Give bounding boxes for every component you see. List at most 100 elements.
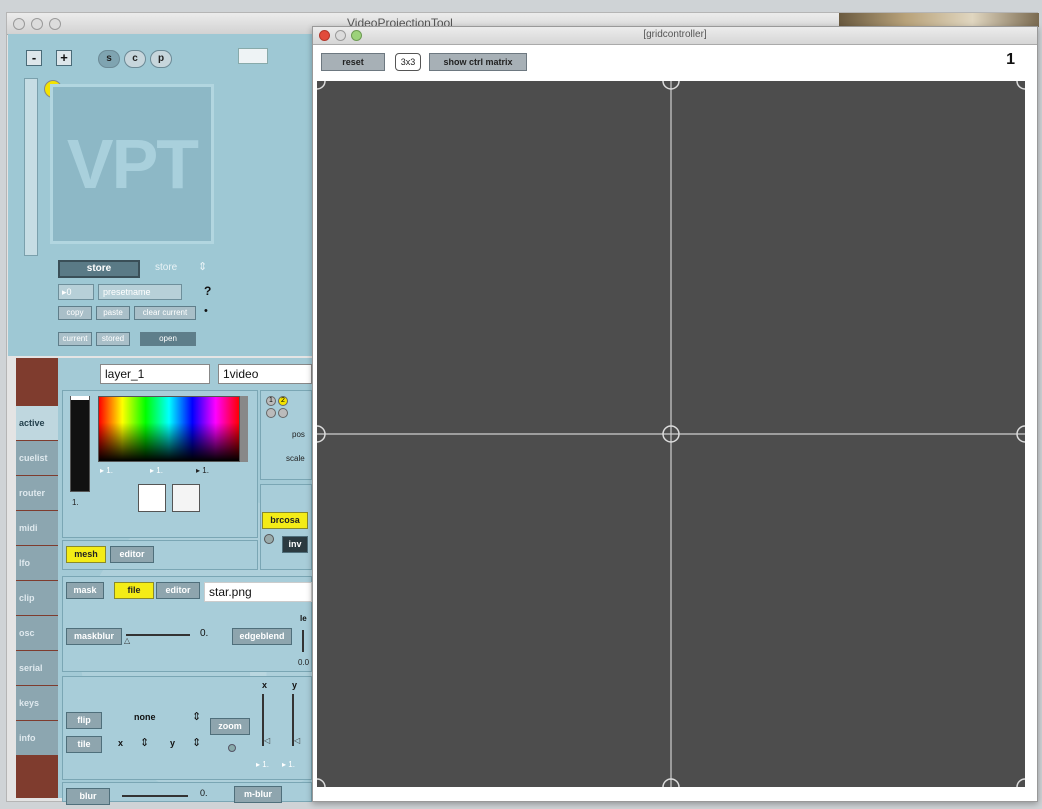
zoom-x-handle[interactable]: ◁: [264, 736, 270, 745]
zoom-button[interactable]: zoom: [210, 718, 250, 735]
maskblur-value: 0.: [200, 628, 209, 639]
inv-toggle[interactable]: [264, 534, 274, 544]
color-val-r: ▸ 1.: [100, 466, 113, 475]
blank-field[interactable]: [238, 48, 268, 64]
minus-button[interactable]: -: [26, 50, 42, 66]
preset-index-field[interactable]: ▸0: [58, 284, 94, 300]
tile-x-label: x: [118, 738, 124, 748]
zoom-y-label: y: [292, 680, 298, 690]
mesh-button[interactable]: mesh: [66, 546, 106, 563]
mesh-editor-button[interactable]: editor: [110, 546, 154, 563]
flip-button[interactable]: flip: [66, 712, 102, 729]
mask-file-button[interactable]: file: [114, 582, 154, 599]
preset-name-field[interactable]: presetname: [98, 284, 182, 300]
tab-osc[interactable]: osc: [16, 616, 58, 650]
zoom-toggle[interactable]: [228, 744, 236, 752]
mblur-button[interactable]: m-blur: [234, 786, 282, 803]
grid-window-title: [gridcontroller]: [643, 29, 707, 40]
tab-midi[interactable]: midi: [16, 511, 58, 545]
vpt-logo: VPT: [50, 84, 214, 244]
pos-radio-4[interactable]: [278, 408, 288, 418]
p-button[interactable]: p: [150, 50, 172, 68]
mask-button[interactable]: mask: [66, 582, 104, 599]
grid-handle-top-left[interactable]: [317, 81, 326, 90]
layer-name-field[interactable]: layer_1: [100, 364, 210, 384]
grid-number: 1: [1006, 51, 1015, 68]
pos-radio-2[interactable]: 2: [278, 396, 288, 406]
brcosa-button[interactable]: brcosa: [262, 512, 308, 529]
current-button[interactable]: current: [58, 332, 92, 346]
tab-column: active cuelist router midi lfo clip osc …: [16, 358, 58, 798]
tab-clip[interactable]: clip: [16, 581, 58, 615]
color-swatch-2[interactable]: [172, 484, 200, 512]
level-value: 1.: [72, 498, 79, 507]
zoom-x-label: x: [262, 680, 268, 690]
grid-size-menu[interactable]: 3x3: [395, 53, 421, 71]
s-button[interactable]: s: [98, 50, 120, 68]
color-swatch-1[interactable]: [138, 484, 166, 512]
blur-value: 0.: [200, 788, 208, 798]
grid-overlay[interactable]: [317, 81, 1025, 787]
zoom-y-handle[interactable]: ◁: [294, 736, 300, 745]
tab-info[interactable]: info: [16, 721, 58, 755]
tab-serial[interactable]: serial: [16, 651, 58, 685]
plus-button[interactable]: +: [56, 50, 72, 66]
store-button[interactable]: store: [58, 260, 140, 278]
stored-button[interactable]: stored: [96, 332, 130, 346]
mask-editor-button[interactable]: editor: [156, 582, 200, 599]
paste-button[interactable]: paste: [96, 306, 130, 320]
tab-router[interactable]: router: [16, 476, 58, 510]
c-button[interactable]: c: [124, 50, 146, 68]
grid-handle-top-right[interactable]: [1016, 81, 1025, 90]
blur-button[interactable]: blur: [66, 788, 110, 805]
store-stepper-icon[interactable]: ⇕: [198, 260, 207, 273]
tile-y-label: y: [170, 738, 176, 748]
layer-source-field[interactable]: 1video: [218, 364, 312, 384]
level-slider[interactable]: [70, 396, 90, 492]
pos-radio-3[interactable]: [266, 408, 276, 418]
grid-handle-bottom-right[interactable]: [1016, 778, 1025, 787]
tab-cuelist[interactable]: cuelist: [16, 441, 58, 475]
show-ctrl-matrix-button[interactable]: show ctrl matrix: [429, 53, 527, 71]
inv-button[interactable]: inv: [282, 536, 308, 553]
color-val-g: ▸ 1.: [150, 466, 163, 475]
help-button[interactable]: ?: [204, 284, 211, 298]
minimize-light-icon[interactable]: [31, 18, 43, 30]
tile-button[interactable]: tile: [66, 736, 102, 753]
preset-index: 0: [66, 287, 72, 297]
flip-stepper-icon[interactable]: ⇕: [192, 710, 201, 723]
zoom-x-value: ▸ 1.: [256, 760, 269, 769]
tab-lfo[interactable]: lfo: [16, 546, 58, 580]
store-label: store: [155, 262, 178, 273]
mask-file-field[interactable]: star.png: [204, 582, 312, 602]
reset-button[interactable]: reset: [321, 53, 385, 71]
level-slider-handle[interactable]: [71, 396, 89, 400]
copy-button[interactable]: copy: [58, 306, 92, 320]
edge-slider[interactable]: [302, 630, 304, 652]
maskblur-slider-handle[interactable]: △: [124, 636, 130, 645]
blur-slider[interactable]: [122, 795, 188, 797]
edge-letter: le: [300, 614, 307, 623]
clear-current-button[interactable]: clear current: [134, 306, 196, 320]
color-picker-bar[interactable]: [240, 396, 248, 462]
grid-titlebar: [gridcontroller]: [313, 27, 1037, 45]
maskblur-slider[interactable]: [126, 634, 190, 636]
edge-value: 0.0: [298, 658, 310, 667]
zoom-y-value: ▸ 1.: [282, 760, 295, 769]
tab-active[interactable]: active: [16, 406, 58, 440]
grid-canvas[interactable]: [317, 81, 1025, 787]
preset-slider[interactable]: [24, 78, 38, 256]
pos-label: pos: [292, 430, 305, 439]
maskblur-button[interactable]: maskblur: [66, 628, 122, 645]
tile-x-stepper-icon[interactable]: ⇕: [140, 736, 149, 749]
open-button[interactable]: open: [140, 332, 196, 346]
tile-y-stepper-icon[interactable]: ⇕: [192, 736, 201, 749]
color-picker[interactable]: [98, 396, 240, 462]
tab-keys[interactable]: keys: [16, 686, 58, 720]
zoom-light-icon[interactable]: [49, 18, 61, 30]
grid-handle-bottom-left[interactable]: [317, 778, 326, 787]
close-light-icon[interactable]: [13, 18, 25, 30]
flip-mode-value: none: [134, 712, 156, 722]
pos-radio-1[interactable]: 1: [266, 396, 276, 406]
edgeblend-button[interactable]: edgeblend: [232, 628, 292, 645]
